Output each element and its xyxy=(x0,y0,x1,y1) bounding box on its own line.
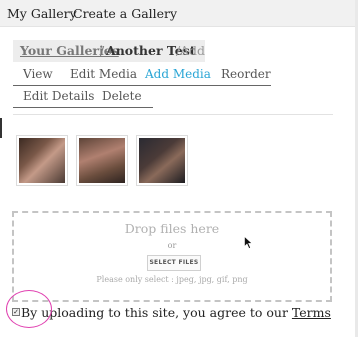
tab-edit-media[interactable]: Edit Media xyxy=(70,67,137,81)
tab-view[interactable]: View xyxy=(23,67,53,81)
media-thumbnail-1[interactable] xyxy=(16,135,68,186)
terms-link[interactable]: Terms xyxy=(292,305,331,320)
dropzone-hint: Please only select : jpeg, jpg, gif, png xyxy=(96,275,248,284)
media-thumbnail-3[interactable] xyxy=(136,135,188,186)
annotation-circle xyxy=(6,290,52,328)
thumbnail-image xyxy=(19,138,65,183)
select-files-button[interactable]: SELECT FILES xyxy=(147,255,201,271)
tab-delete[interactable]: Delete xyxy=(102,89,142,103)
nav-create-gallery-link[interactable]: Create a Gallery xyxy=(73,6,177,21)
breadcrumb: Your Galleries / Another Test / Add xyxy=(13,40,205,62)
media-thumbnail-2[interactable] xyxy=(76,135,128,186)
terms-text: By uploading to this site, you agree to … xyxy=(21,305,331,320)
tab-edit-details[interactable]: Edit Details xyxy=(23,89,94,103)
mouse-cursor-icon xyxy=(244,236,253,249)
nav-my-gallery-link[interactable]: My Gallery xyxy=(7,6,77,21)
dropzone-title: Drop files here xyxy=(124,221,220,236)
thumbnail-image xyxy=(139,138,185,183)
thumbnail-image xyxy=(79,138,125,183)
tab-reorder[interactable]: Reorder xyxy=(221,67,271,81)
breadcrumb-add: Add xyxy=(180,43,206,58)
gallery-tabs: View Edit Media Add Media Reorder xyxy=(13,64,271,86)
tab-add-media[interactable]: Add Media xyxy=(145,67,211,81)
divider xyxy=(13,114,333,115)
terms-label: By uploading to this site, you agree to … xyxy=(21,305,292,320)
file-dropzone[interactable]: Drop files here or SELECT FILES Please o… xyxy=(12,211,332,302)
breadcrumb-separator: / xyxy=(100,43,105,58)
top-navigation: My Gallery Create a Gallery xyxy=(0,0,358,27)
dropzone-or: or xyxy=(167,241,177,250)
edge-marker xyxy=(0,118,2,138)
gallery-tabs-secondary: Edit Details Delete xyxy=(13,86,153,108)
